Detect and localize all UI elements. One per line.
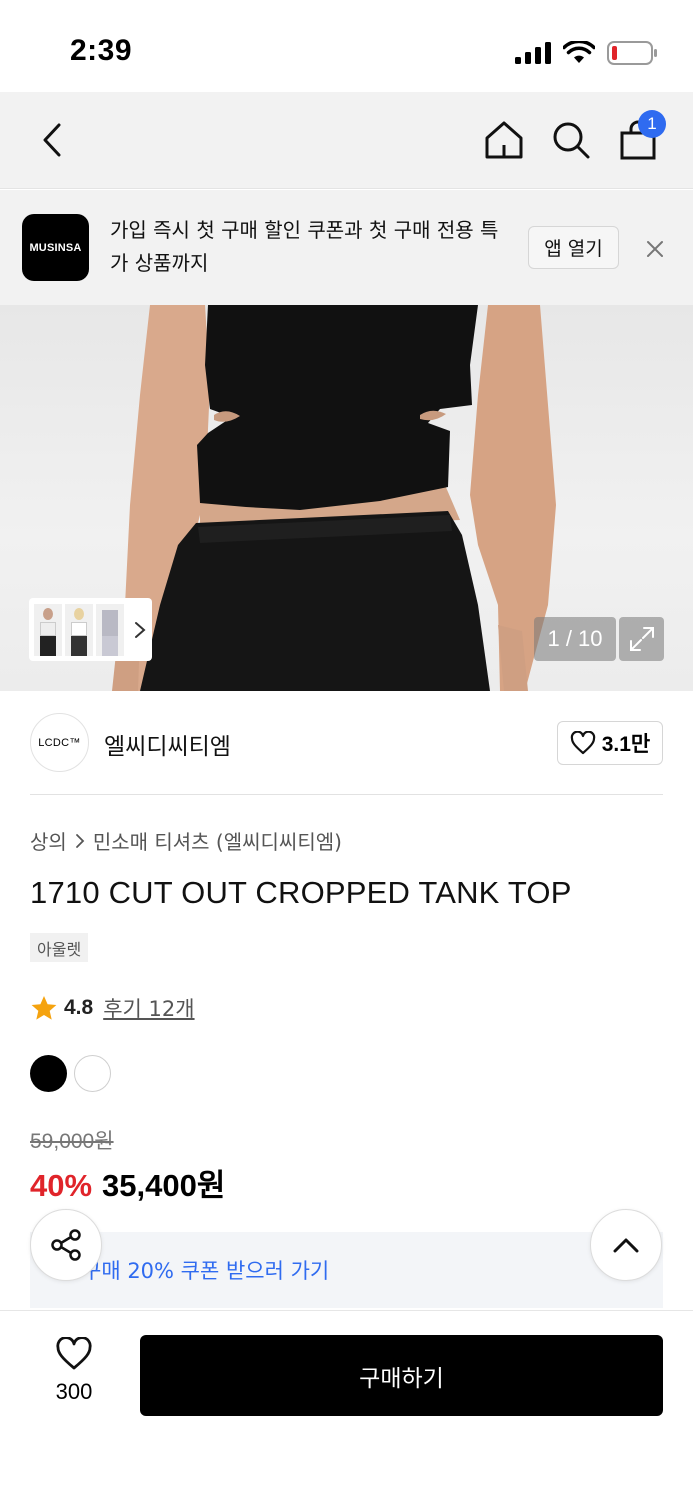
discount-rate: 40% bbox=[30, 1168, 93, 1203]
cellular-signal-icon bbox=[515, 42, 551, 64]
rating-value: 4.8 bbox=[64, 996, 94, 1019]
thumbnail-strip[interactable] bbox=[29, 598, 152, 661]
banner-close-button[interactable] bbox=[640, 234, 670, 264]
thumbnail-image[interactable] bbox=[34, 603, 62, 656]
fullscreen-button[interactable] bbox=[619, 617, 664, 661]
brand-row: LCDC™ 엘씨디씨티엠 3.1만 bbox=[30, 713, 663, 795]
chevron-up-icon bbox=[613, 1238, 639, 1253]
rating-row: 4.8 후기 12개 bbox=[30, 993, 195, 1023]
brand-name[interactable]: 엘씨디씨티엠 bbox=[104, 727, 231, 761]
back-button[interactable] bbox=[30, 118, 74, 162]
search-icon bbox=[553, 122, 590, 159]
brand-like-count: 3.1만 bbox=[601, 733, 651, 756]
original-price: 59,000원 bbox=[30, 1130, 114, 1153]
heart-icon bbox=[570, 731, 595, 755]
home-icon bbox=[485, 121, 523, 159]
color-swatch-black[interactable] bbox=[30, 1055, 67, 1092]
home-button[interactable] bbox=[482, 118, 526, 162]
buy-button[interactable]: 구매하기 bbox=[140, 1335, 663, 1416]
breadcrumb: 상의 민소매 티셔츠 (엘씨디씨티엠) bbox=[30, 826, 342, 855]
product-image-gallery[interactable]: 1 / 10 bbox=[0, 305, 693, 691]
star-icon bbox=[31, 996, 57, 1020]
share-icon bbox=[51, 1229, 81, 1261]
outlet-tag: 아울렛 bbox=[30, 933, 89, 962]
musinsa-logo: MUSINSA bbox=[22, 214, 89, 281]
scroll-to-top-button[interactable] bbox=[590, 1209, 662, 1281]
battery-icon bbox=[607, 41, 657, 65]
price-row: 40% 35,400원 bbox=[30, 1160, 225, 1205]
chevron-right-icon bbox=[135, 621, 146, 638]
status-bar: 2:39 bbox=[0, 0, 693, 92]
coupon-button[interactable]: 구매 20% 쿠폰 받으러 가기 bbox=[30, 1232, 663, 1308]
chevron-left-icon bbox=[43, 123, 61, 157]
wishlist-button[interactable]: 300 bbox=[34, 1336, 114, 1405]
sale-price: 35,400원 bbox=[102, 1168, 226, 1203]
wishlist-count: 300 bbox=[55, 1379, 93, 1404]
review-link[interactable]: 후기 12개 bbox=[103, 993, 194, 1023]
color-swatch-white[interactable] bbox=[74, 1055, 111, 1092]
expand-icon bbox=[629, 627, 654, 651]
top-navigation: 1 bbox=[0, 92, 693, 189]
breadcrumb-subcategory[interactable]: 민소매 티셔츠 (엘씨디씨티엠) bbox=[93, 826, 342, 855]
purchase-bar: 300 구매하기 bbox=[0, 1310, 693, 1500]
brand-like-button[interactable]: 3.1만 bbox=[557, 721, 663, 765]
thumbnail-image[interactable] bbox=[96, 603, 124, 656]
brand-logo[interactable]: LCDC™ bbox=[30, 713, 89, 772]
app-promo-banner: MUSINSA 가입 즉시 첫 구매 할인 쿠폰과 첫 구매 전용 특가 상품까… bbox=[0, 190, 693, 305]
status-icons bbox=[515, 40, 659, 66]
breadcrumb-category[interactable]: 상의 bbox=[30, 826, 67, 855]
open-app-button[interactable]: 앱 열기 bbox=[528, 226, 619, 269]
thumbnail-image[interactable] bbox=[65, 603, 93, 656]
wifi-icon bbox=[563, 41, 595, 63]
share-button[interactable] bbox=[30, 1209, 102, 1281]
cart-button[interactable]: 1 bbox=[616, 110, 666, 162]
app-promo-message: 가입 즉시 첫 구매 할인 쿠폰과 첫 구매 전용 특가 상품까지 bbox=[110, 218, 499, 275]
status-time: 2:39 bbox=[70, 34, 133, 67]
image-counter: 1 / 10 bbox=[534, 617, 616, 661]
product-title: 1710 CUT OUT CROPPED TANK TOP bbox=[30, 875, 572, 910]
search-button[interactable] bbox=[549, 118, 593, 162]
heart-icon bbox=[56, 1336, 92, 1370]
close-icon bbox=[647, 241, 663, 257]
cart-count-badge: 1 bbox=[638, 110, 666, 138]
chevron-right-icon bbox=[75, 833, 85, 848]
